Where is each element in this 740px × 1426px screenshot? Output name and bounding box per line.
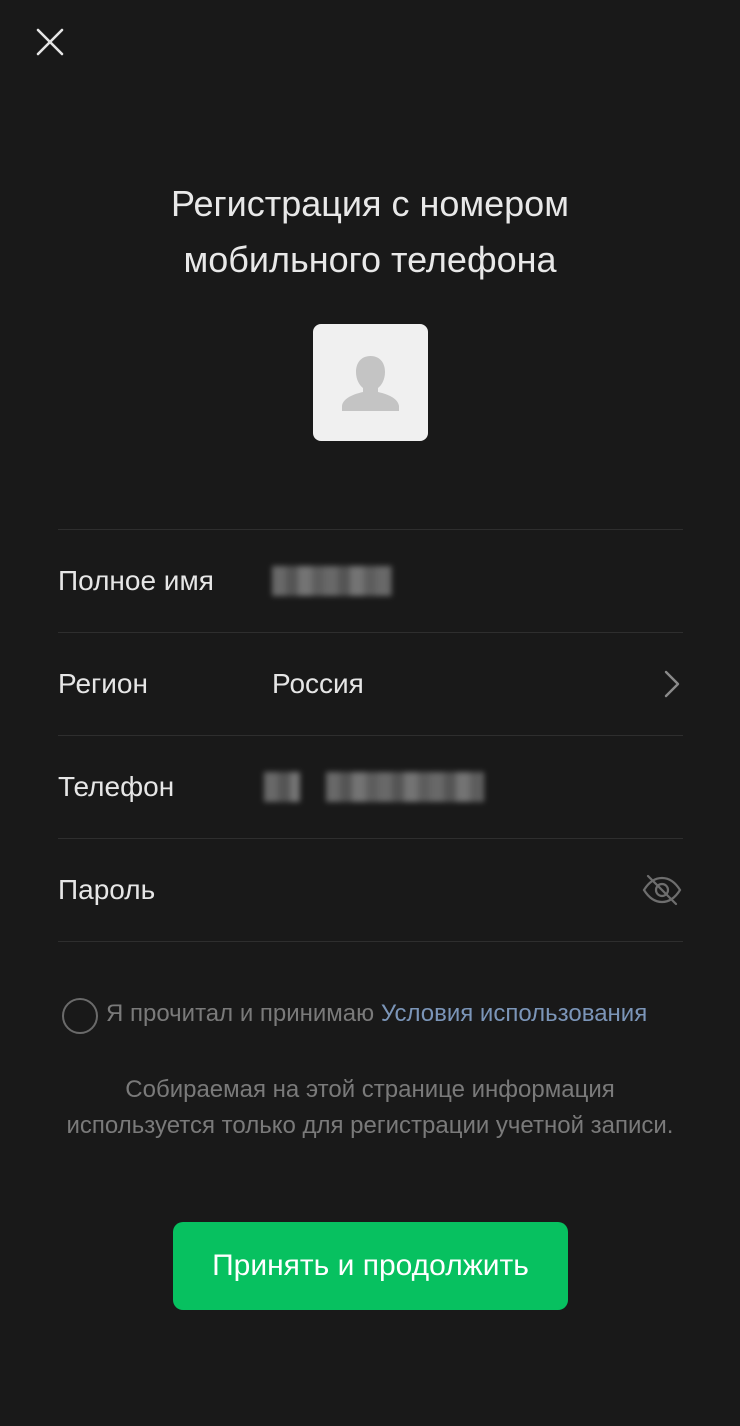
terms-link[interactable]: Условия использования bbox=[381, 1000, 647, 1027]
phone-number-redacted bbox=[326, 772, 484, 802]
close-button[interactable] bbox=[30, 22, 70, 62]
fullname-input[interactable] bbox=[272, 561, 683, 601]
page-title-line-1: Регистрация с номером bbox=[171, 183, 569, 224]
fullname-value-redacted bbox=[272, 566, 392, 596]
close-icon bbox=[36, 28, 64, 56]
chevron-right-icon bbox=[664, 670, 680, 698]
registration-form: Полное имя Регион Россия Телефон Пароль bbox=[58, 529, 683, 942]
terms-checkbox[interactable] bbox=[62, 998, 98, 1034]
page-title: Регистрация с номером мобильного телефон… bbox=[60, 176, 680, 288]
phone-code-redacted bbox=[264, 772, 300, 802]
region-value: Россия bbox=[272, 668, 364, 699]
region-row[interactable]: Регион Россия bbox=[58, 632, 683, 735]
person-silhouette-icon bbox=[342, 356, 399, 411]
region-label: Регион bbox=[58, 668, 148, 699]
fullname-label: Полное имя bbox=[58, 565, 214, 596]
phone-label: Телефон bbox=[58, 771, 175, 802]
eye-off-icon[interactable] bbox=[641, 871, 683, 909]
password-row[interactable]: Пароль bbox=[58, 838, 683, 942]
terms-text: Я прочитал и принимаю Условия использова… bbox=[106, 996, 692, 1032]
privacy-notice: Собираемая на этой странице информация и… bbox=[66, 1076, 674, 1139]
page-title-line-2: мобильного телефона bbox=[183, 239, 557, 280]
fullname-row[interactable]: Полное имя bbox=[58, 529, 683, 632]
phone-input[interactable] bbox=[264, 767, 683, 807]
password-input[interactable] bbox=[272, 870, 683, 910]
phone-row[interactable]: Телефон bbox=[58, 735, 683, 838]
terms-prefix: Я прочитал и принимаю bbox=[106, 1000, 381, 1027]
accept-continue-button[interactable]: Принять и продолжить bbox=[173, 1222, 568, 1310]
password-label: Пароль bbox=[58, 874, 156, 905]
terms-agreement: Я прочитал и принимаю Условия использова… bbox=[62, 996, 692, 1034]
avatar-upload-button[interactable] bbox=[313, 324, 428, 441]
